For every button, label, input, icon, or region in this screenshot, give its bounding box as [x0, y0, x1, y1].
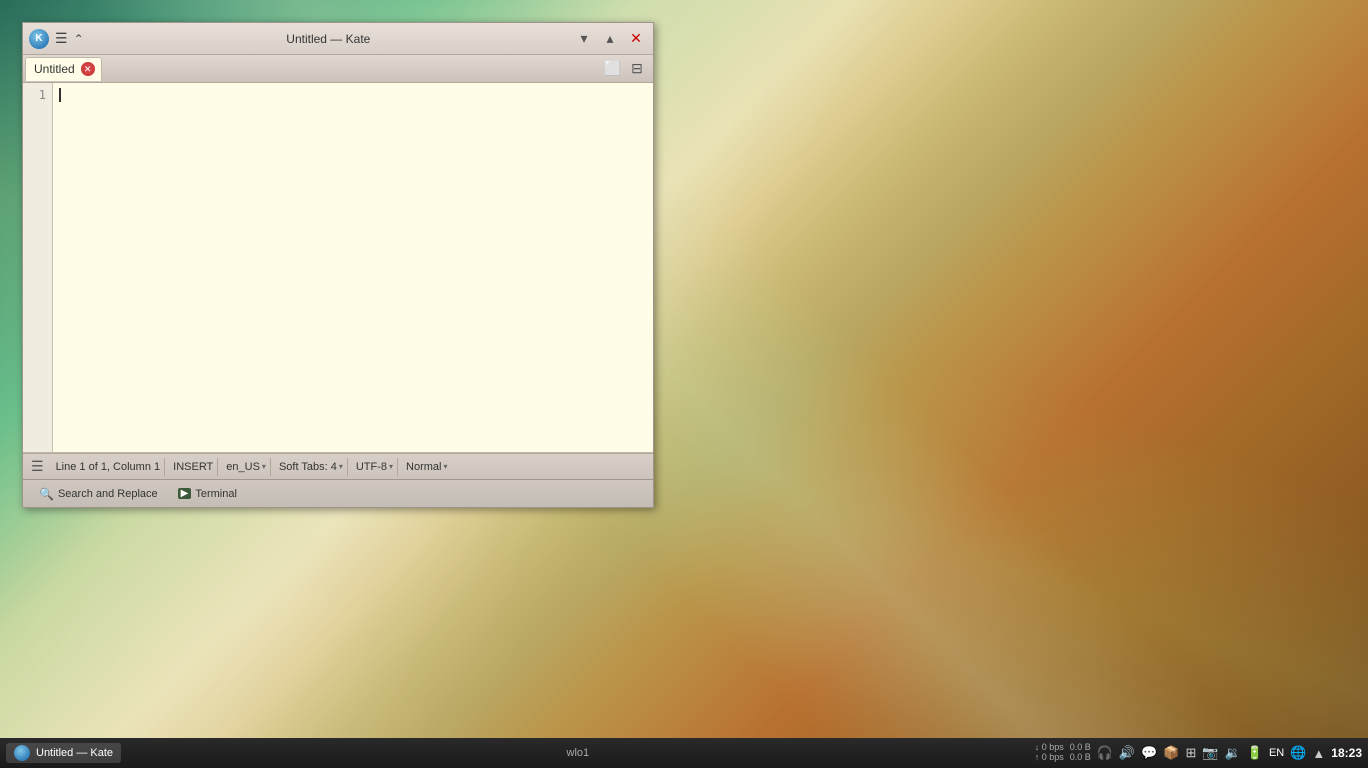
tab-bar-actions: ⬜ ⊟ [603, 59, 651, 79]
maximize-arrow-icon: ▴ [606, 30, 613, 47]
search-replace-tab[interactable]: 🔍 Search and Replace [31, 485, 166, 503]
line-number-1: 1 [29, 87, 46, 104]
active-tab[interactable]: Untitled ✕ [25, 57, 102, 81]
line-numbers: 1 [23, 83, 53, 452]
taskbar-app-icon [14, 745, 30, 761]
network-stats: ↓ 0 bps ↑ 0 bps [1035, 743, 1064, 763]
close-button[interactable]: ✕ [625, 28, 647, 50]
search-replace-label: Search and Replace [58, 488, 158, 500]
indent-section[interactable]: Soft Tabs: 4 ▾ [275, 458, 348, 476]
wifi-icon[interactable]: 🌐 [1290, 745, 1306, 761]
title-bar-left: K ☰ ⌃ [29, 29, 84, 49]
split-view-button[interactable]: ⊟ [627, 59, 647, 79]
language-chevron-icon: ▾ [262, 462, 266, 471]
network-label: wlo1 [567, 747, 590, 759]
kate-logo-icon: K [29, 29, 49, 49]
highlight-chevron-icon: ▾ [443, 462, 447, 471]
encoding-value: UTF-8 [356, 461, 387, 473]
terminal-icon: ▶ [178, 488, 192, 499]
net-up-stat: ↑ 0 bps [1035, 753, 1064, 763]
messenger-icon[interactable]: 💬 [1141, 745, 1157, 761]
screenshot-icon[interactable]: 📷 [1202, 745, 1218, 761]
terminal-label: Terminal [195, 488, 237, 500]
taskbar-app-button[interactable]: Untitled — Kate [6, 743, 121, 763]
system-clock: 18:23 [1331, 746, 1362, 760]
encoding-chevron-icon: ▾ [389, 462, 393, 471]
title-bar-controls: ▾ ▴ ✕ [573, 28, 647, 50]
close-icon: ✕ [630, 30, 642, 47]
indent-value: Soft Tabs: 4 [279, 461, 337, 473]
taskbar-app-title: Untitled — Kate [36, 747, 113, 759]
data-up: 0.0 B [1070, 753, 1091, 763]
highlight-section[interactable]: Normal ▾ [402, 458, 451, 476]
position-section: Line 1 of 1, Column 1 [52, 458, 166, 476]
new-file-icon: ⬜ [604, 60, 621, 77]
title-bar: K ☰ ⌃ Untitled — Kate ▾ ▴ ✕ [23, 23, 653, 55]
terminal-tab[interactable]: ▶ Terminal [170, 486, 245, 502]
minimize-button[interactable]: ▾ [573, 28, 595, 50]
language-section[interactable]: en_US ▾ [222, 458, 271, 476]
apps-icon[interactable]: ⊞ [1185, 745, 1196, 761]
taskbar-center: wlo1 [125, 747, 1031, 759]
bottom-toolbar: 🔍 Search and Replace ▶ Terminal [23, 479, 653, 507]
maximize-button[interactable]: ▴ [599, 28, 621, 50]
kate-window: K ☰ ⌃ Untitled — Kate ▾ ▴ ✕ Untitled ✕ [22, 22, 654, 508]
cursor-position: Line 1 of 1, Column 1 [56, 461, 161, 473]
encoding-section[interactable]: UTF-8 ▾ [352, 458, 398, 476]
status-bar: ☰ Line 1 of 1, Column 1 INSERT en_US ▾ S… [23, 453, 653, 479]
dropbox-icon[interactable]: 📦 [1163, 745, 1179, 761]
status-hamburger-icon[interactable]: ☰ [31, 458, 44, 475]
tray-arrow-icon[interactable]: ▲ [1312, 746, 1325, 761]
tab-close-button[interactable]: ✕ [81, 62, 95, 76]
minimize-icon: ▾ [580, 30, 587, 47]
taskbar-right: ↓ 0 bps ↑ 0 bps 0.0 B 0.0 B 🎧 🔊 💬 📦 ⊞ 📷 … [1035, 743, 1362, 763]
mode-section: INSERT [169, 458, 218, 476]
maximize-icon[interactable]: ⌃ [74, 32, 84, 46]
hamburger-menu-icon[interactable]: ☰ [55, 30, 68, 47]
battery-icon[interactable]: 🔋 [1247, 745, 1263, 761]
text-cursor [59, 88, 61, 102]
indent-chevron-icon: ▾ [339, 462, 343, 471]
volume-icon[interactable]: 🔉 [1225, 745, 1241, 761]
window-title: Untitled — Kate [286, 32, 370, 46]
split-icon: ⊟ [631, 60, 643, 77]
editor-content[interactable] [53, 83, 653, 452]
highlight-value: Normal [406, 461, 441, 473]
tab-close-icon: ✕ [84, 64, 92, 75]
tab-title: Untitled [34, 62, 75, 76]
editor-area: 1 [23, 83, 653, 453]
language-value: en_US [226, 461, 260, 473]
locale-label: EN [1269, 747, 1284, 759]
headphone-icon[interactable]: 🎧 [1097, 745, 1113, 761]
search-icon: 🔍 [39, 487, 54, 501]
taskbar: Untitled — Kate wlo1 ↓ 0 bps ↑ 0 bps 0.0… [0, 738, 1368, 768]
tab-bar: Untitled ✕ ⬜ ⊟ [23, 55, 653, 83]
new-file-button[interactable]: ⬜ [603, 59, 623, 79]
data-usage: 0.0 B 0.0 B [1070, 743, 1091, 763]
edit-mode: INSERT [173, 461, 213, 473]
audio-icon[interactable]: 🔊 [1119, 745, 1135, 761]
